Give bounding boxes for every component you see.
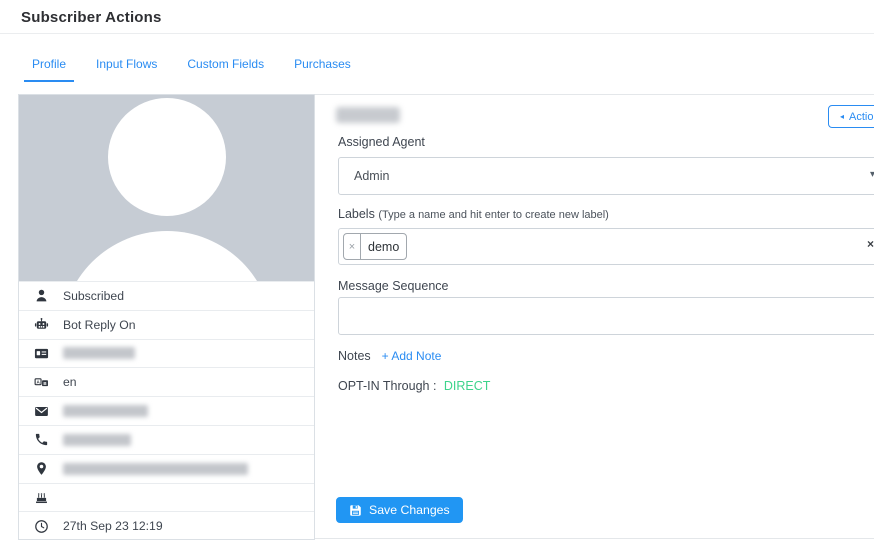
birthday-cake-icon xyxy=(33,489,49,505)
labels-hint: (Type a name and hit enter to create new… xyxy=(378,209,609,221)
row-phone xyxy=(19,425,314,454)
row-bot-reply: Bot Reply On xyxy=(19,310,314,339)
tab-custom-fields[interactable]: Custom Fields xyxy=(179,50,272,82)
optin-value: DIRECT xyxy=(444,379,491,393)
assigned-agent-label: Assigned Agent xyxy=(338,135,425,149)
notes-section: Notes + Add Note xyxy=(338,349,441,363)
labels-input[interactable]: × demo × xyxy=(338,228,874,265)
message-sequence-label: Message Sequence xyxy=(338,279,449,293)
svg-text:A: A xyxy=(36,379,40,384)
row-birthday xyxy=(19,483,314,512)
notes-label: Notes xyxy=(338,349,371,363)
page-title: Subscriber Actions xyxy=(21,9,162,26)
optin-line: OPT-IN Through : DIRECT xyxy=(338,379,490,393)
row-subscribed-date: 27th Sep 23 12:19 xyxy=(19,511,314,540)
actions-button-label: Actions xyxy=(849,111,874,123)
language-value: en xyxy=(63,375,77,389)
row-email xyxy=(19,396,314,425)
header-divider xyxy=(0,33,874,34)
avatar-torso-shape xyxy=(61,231,273,281)
assigned-agent-select[interactable]: Admin ▾ xyxy=(338,157,874,195)
redacted-subscriber-name xyxy=(336,107,400,123)
location-icon xyxy=(33,461,49,477)
tab-purchases[interactable]: Purchases xyxy=(286,50,359,82)
remove-tag-icon[interactable]: × xyxy=(344,234,361,259)
subscribed-date: 27th Sep 23 12:19 xyxy=(63,519,163,533)
subscriber-card: Subscribed Bot Reply On xyxy=(18,94,315,540)
redacted-location xyxy=(63,463,248,475)
subscriber-actions-page: Subscriber Actions Profile Input Flows C… xyxy=(0,0,874,546)
label-tag-text: demo xyxy=(361,234,406,259)
language-icon: A B xyxy=(33,374,49,390)
redacted-phone xyxy=(63,434,131,446)
labels-label: Labels (Type a name and hit enter to cre… xyxy=(338,207,609,221)
row-subscription-status: Subscribed xyxy=(19,281,314,310)
robot-icon xyxy=(33,317,49,333)
id-card-icon xyxy=(33,345,49,361)
message-sequence-input[interactable] xyxy=(338,297,874,335)
row-location xyxy=(19,454,314,483)
labels-label-text: Labels xyxy=(338,207,375,221)
phone-icon xyxy=(33,432,49,448)
caret-down-icon: ▾ xyxy=(870,169,874,180)
avatar xyxy=(19,95,314,281)
row-language: A B en xyxy=(19,367,314,396)
email-icon xyxy=(33,403,49,419)
tab-profile[interactable]: Profile xyxy=(24,50,74,82)
save-icon xyxy=(349,504,362,517)
actions-button[interactable]: ◂ Actions xyxy=(828,105,874,128)
tab-input-flows[interactable]: Input Flows xyxy=(88,50,165,82)
tab-bar: Profile Input Flows Custom Fields Purcha… xyxy=(24,50,373,82)
optin-label: OPT-IN Through : xyxy=(338,379,436,393)
redacted-email xyxy=(63,405,148,417)
bot-reply-status: Bot Reply On xyxy=(63,318,135,332)
caret-left-icon: ◂ xyxy=(840,113,844,121)
clock-icon xyxy=(33,518,49,534)
assigned-agent-value: Admin xyxy=(354,169,389,183)
redacted-subscriber-id xyxy=(63,347,135,359)
avatar-head-shape xyxy=(108,98,226,216)
save-changes-label: Save Changes xyxy=(369,503,450,517)
subscription-status: Subscribed xyxy=(63,289,124,303)
row-subscriber-id xyxy=(19,339,314,368)
details-panel: ◂ Actions Assigned Agent Admin ▾ Labels … xyxy=(315,94,874,539)
clear-labels-icon[interactable]: × xyxy=(867,238,874,250)
save-changes-button[interactable]: Save Changes xyxy=(336,497,463,523)
label-tag: × demo xyxy=(343,233,407,260)
add-note-link[interactable]: + Add Note xyxy=(382,349,442,363)
user-icon xyxy=(33,288,49,304)
